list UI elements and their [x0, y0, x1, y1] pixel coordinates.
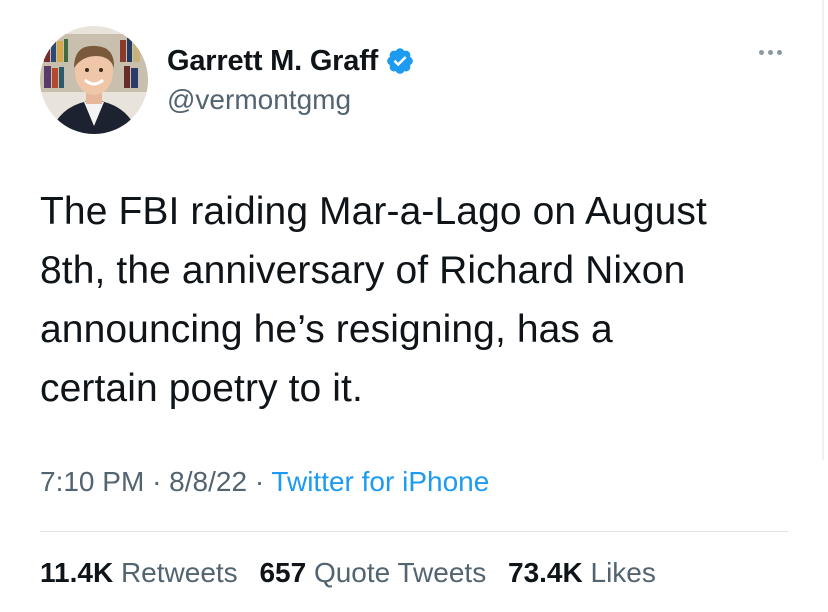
more-dot: [768, 50, 773, 55]
quote-tweets-stat[interactable]: 657 Quote Tweets: [259, 557, 486, 588]
user-avatar-photo: [40, 26, 148, 134]
likes-count: 73.4K: [508, 557, 583, 588]
divider: [40, 531, 788, 532]
tweet-time[interactable]: 7:10 PM: [40, 466, 144, 497]
quote-tweets-label: Quote Tweets: [313, 557, 487, 588]
scrollbar-track: [822, 0, 824, 460]
avatar[interactable]: [40, 26, 148, 134]
likes-stat[interactable]: 73.4K Likes: [508, 557, 656, 588]
retweets-label: Retweets: [120, 557, 238, 588]
tweet-card: Garrett M. Graff @vermontgmg The FBI rai…: [0, 0, 828, 612]
likes-label: Likes: [590, 557, 656, 588]
retweets-stat[interactable]: 11.4K Retweets: [40, 557, 238, 588]
tweet-source-link[interactable]: Twitter for iPhone: [271, 466, 489, 497]
verified-badge-icon: [385, 46, 415, 76]
meta-separator: ·: [254, 466, 265, 497]
quote-tweets-count: 657: [259, 557, 307, 588]
author-name-row[interactable]: Garrett M. Graff: [167, 44, 415, 78]
more-dot: [759, 50, 764, 55]
more-options-icon[interactable]: [759, 50, 782, 55]
more-dot: [777, 50, 782, 55]
retweets-count: 11.4K: [40, 557, 114, 588]
author-handle[interactable]: @vermontgmg: [167, 84, 351, 116]
tweet-text: The FBI raiding Mar-a-Lago on August 8th…: [40, 190, 707, 410]
tweet-stats: 11.4K Retweets 657 Quote Tweets 73.4K Li…: [40, 557, 670, 589]
tweet-meta: 7:10 PM · 8/8/22 · Twitter for iPhone: [40, 466, 489, 498]
author-display-name[interactable]: Garrett M. Graff: [167, 45, 378, 78]
tweet-date[interactable]: 8/8/22: [169, 466, 247, 497]
meta-separator: ·: [152, 466, 162, 497]
